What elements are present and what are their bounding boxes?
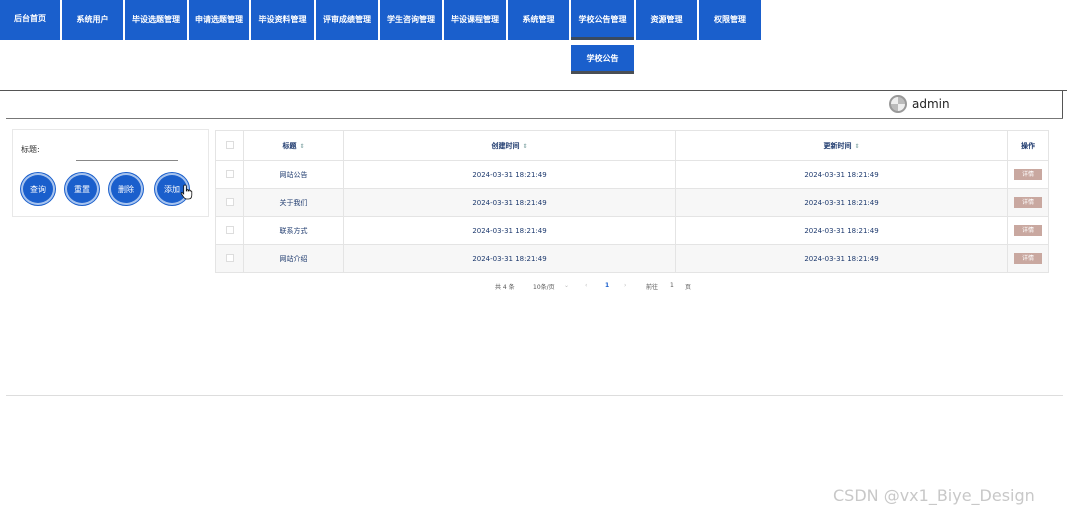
nav-item-topic-application[interactable]: 申请选题管理 (189, 0, 249, 40)
column-updated-label: 更新时间 (823, 141, 852, 150)
row-checkbox[interactable] (225, 253, 234, 262)
detail-button[interactable]: 详情 (1014, 225, 1042, 236)
goto-suffix: 页 (685, 284, 692, 291)
column-title-label: 标题 (282, 141, 297, 150)
row-updated: 2024-03-31 18:21:49 (675, 188, 1008, 217)
search-panel: 标题: 查询 重置 删除 添加 (12, 129, 209, 217)
column-created-label: 创建时间 (491, 141, 520, 150)
nav-item-materials[interactable]: 毕设资料管理 (251, 0, 314, 40)
column-header-updated[interactable]: 更新时间 ⇕ (675, 130, 1008, 161)
username: admin (912, 97, 950, 111)
row-title: 联系方式 (243, 216, 344, 245)
row-created: 2024-03-31 18:21:49 (343, 160, 676, 189)
header-divider-bottom (6, 118, 1063, 119)
page-number-current[interactable]: 1 (605, 282, 609, 289)
row-updated: 2024-03-31 18:21:49 (675, 216, 1008, 245)
nav-item-student-consult[interactable]: 学生咨询管理 (380, 0, 442, 40)
row-select-cell[interactable] (215, 160, 244, 189)
row-actions: 详情 (1007, 244, 1049, 273)
delete-button[interactable]: 删除 (109, 173, 143, 205)
hand-pointer-icon (180, 184, 193, 200)
row-actions: 详情 (1007, 188, 1049, 217)
row-title: 网站公告 (243, 160, 344, 189)
nav-item-permissions[interactable]: 权限管理 (699, 0, 761, 40)
page-size-select[interactable]: 10条/页 (533, 282, 555, 291)
row-updated: 2024-03-31 18:21:49 (675, 244, 1008, 273)
top-nav: 后台首页 系统用户 毕设选题管理 申请选题管理 毕设资料管理 评审成绩管理 学生… (0, 0, 762, 40)
nav-item-home[interactable]: 后台首页 (0, 0, 60, 40)
row-select-cell[interactable] (215, 188, 244, 217)
column-header-title[interactable]: 标题 ⇕ (243, 130, 344, 161)
footer-divider (6, 395, 1063, 396)
table-header-row: 标题 ⇕ 创建时间 ⇕ 更新时间 ⇕ 操作 (215, 130, 1049, 161)
column-header-created[interactable]: 创建时间 ⇕ (343, 130, 676, 161)
row-created: 2024-03-31 18:21:49 (343, 188, 676, 217)
detail-button[interactable]: 详情 (1014, 253, 1042, 264)
row-updated: 2024-03-31 18:21:49 (675, 160, 1008, 189)
table-row: 网站公告 2024-03-31 18:21:49 2024-03-31 18:2… (215, 160, 1049, 189)
reset-button[interactable]: 重置 (65, 173, 99, 205)
sort-caret-icon[interactable]: ⇕ (522, 143, 527, 150)
detail-button[interactable]: 详情 (1014, 169, 1042, 180)
nav-item-review-scores[interactable]: 评审成绩管理 (316, 0, 378, 40)
watermark: CSDN @vx1_Biye_Design (833, 486, 1035, 505)
next-page-icon[interactable]: › (624, 282, 626, 289)
table-row: 关于我们 2024-03-31 18:21:49 2024-03-31 18:2… (215, 188, 1049, 217)
column-header-actions: 操作 (1007, 130, 1049, 161)
table-row: 网站介绍 2024-03-31 18:21:49 2024-03-31 18:2… (215, 244, 1049, 273)
row-created: 2024-03-31 18:21:49 (343, 244, 676, 273)
row-created: 2024-03-31 18:21:49 (343, 216, 676, 245)
goto-page-input[interactable]: 1 (670, 282, 674, 289)
nav-item-system-management[interactable]: 系统管理 (508, 0, 569, 40)
goto-label: 前往 (646, 284, 659, 291)
sort-caret-icon[interactable]: ⇕ (299, 143, 304, 150)
nav-item-courses[interactable]: 毕设课程管理 (444, 0, 506, 40)
table-row: 联系方式 2024-03-31 18:21:49 2024-03-31 18:2… (215, 216, 1049, 245)
prev-page-icon[interactable]: ‹ (585, 282, 587, 289)
select-all-cell[interactable] (215, 130, 244, 161)
submenu-school-announcement[interactable]: 学校公告 (571, 45, 634, 74)
detail-button[interactable]: 详情 (1014, 197, 1042, 208)
nav-item-topic-management[interactable]: 毕设选题管理 (125, 0, 187, 40)
announcement-table: 标题 ⇕ 创建时间 ⇕ 更新时间 ⇕ 操作 网站公告 2024-03-31 18:21… (215, 130, 1049, 273)
select-all-checkbox[interactable] (225, 140, 234, 149)
title-filter-label: 标题: (21, 145, 40, 154)
row-select-cell[interactable] (215, 244, 244, 273)
nav-item-resources[interactable]: 资源管理 (636, 0, 697, 40)
row-title: 网站介绍 (243, 244, 344, 273)
row-actions: 详情 (1007, 160, 1049, 189)
sort-caret-icon[interactable]: ⇕ (854, 143, 859, 150)
user-menu[interactable]: admin (889, 94, 950, 114)
chevron-down-icon[interactable]: ⌄ (564, 282, 569, 289)
avatar-icon (889, 95, 907, 113)
pagination-total: 共 4 条 (495, 284, 515, 291)
row-title: 关于我们 (243, 188, 344, 217)
header-divider-right (1062, 90, 1063, 118)
nav-item-school-announcements[interactable]: 学校公告管理 (571, 0, 634, 40)
header-divider (0, 90, 1067, 91)
nav-item-system-users[interactable]: 系统用户 (62, 0, 123, 40)
row-checkbox[interactable] (225, 169, 234, 178)
row-actions: 详情 (1007, 216, 1049, 245)
row-checkbox[interactable] (225, 197, 234, 206)
query-button[interactable]: 查询 (21, 173, 55, 205)
title-filter-input[interactable] (76, 148, 178, 161)
row-select-cell[interactable] (215, 216, 244, 245)
row-checkbox[interactable] (225, 225, 234, 234)
